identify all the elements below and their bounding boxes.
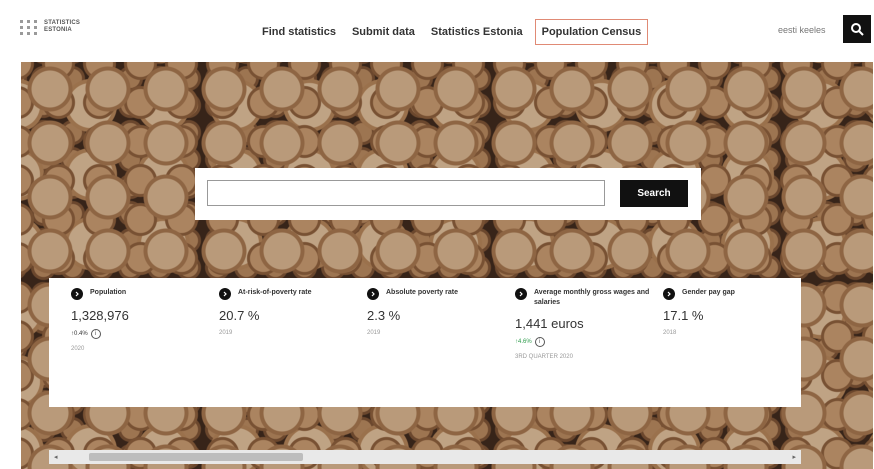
stat-title-row: Average monthly gross wages and salaries (515, 288, 655, 308)
stat-period: 2019 (367, 330, 381, 336)
info-icon[interactable]: i (534, 337, 545, 347)
stat-value: 2.3 % (367, 308, 401, 323)
chevron-right-icon (367, 288, 379, 300)
logo[interactable]: STATISTICS ESTONIA (20, 14, 100, 40)
hero-banner: Search (21, 62, 873, 469)
stat-title-row: At-risk-of-poverty rate (219, 288, 359, 300)
nav-population-census[interactable]: Population Census (534, 19, 649, 45)
stat-value: 20.7 % (219, 308, 260, 323)
stat-change: ↑ 4.6% i (515, 337, 655, 347)
hero-image-logs (21, 62, 873, 469)
language-switch[interactable]: eesti keeles (778, 25, 826, 35)
site-header: STATISTICS ESTONIA Find statistics Submi… (0, 0, 874, 62)
stat-title: Average monthly gross wages and salaries (534, 289, 650, 306)
stat-period: 3RD QUARTER 2020 (515, 354, 573, 360)
nav-find-statistics[interactable]: Find statistics (254, 20, 344, 44)
hero-search-input[interactable] (207, 180, 605, 206)
stat-title-row: Gender pay gap (663, 288, 803, 300)
stat-title-row: Absolute poverty rate (367, 288, 507, 300)
chevron-right-icon (515, 288, 527, 300)
stat-period: 2020 (71, 346, 85, 352)
stat-absolute-poverty[interactable]: Absolute poverty rate 2.3 % 2019 (367, 288, 507, 337)
stat-change-value: 4.6% (518, 338, 532, 345)
scroll-right-icon[interactable]: ▸ (792, 453, 796, 461)
nav-submit-data[interactable]: Submit data (344, 20, 423, 44)
stat-period: 2018 (663, 330, 677, 336)
nav-statistics-estonia[interactable]: Statistics Estonia (423, 20, 531, 44)
info-icon[interactable]: i (90, 329, 101, 339)
key-indicators: Population 1,328,976 ↑ 0.4% i 2020 At-ri… (49, 278, 801, 407)
stat-value: 1,328,976 (71, 308, 129, 323)
hero-search-panel: Search (195, 168, 701, 220)
stat-poverty-risk[interactable]: At-risk-of-poverty rate 20.7 % 2019 (219, 288, 359, 337)
stat-title: Absolute poverty rate (386, 289, 458, 296)
stat-change: ↑ 0.4% i (71, 329, 211, 339)
chevron-right-icon (219, 288, 231, 300)
stat-population[interactable]: Population 1,328,976 ↑ 0.4% i 2020 (71, 288, 211, 353)
main-nav: Find statistics Submit data Statistics E… (254, 19, 649, 45)
stat-period: 2019 (219, 330, 233, 336)
scrollbar-thumb[interactable] (89, 453, 303, 461)
stat-average-wages[interactable]: Average monthly gross wages and salaries… (515, 288, 655, 361)
logo-line-2: ESTONIA (44, 27, 72, 33)
stat-title: At-risk-of-poverty rate (238, 289, 312, 296)
stat-title: Population (90, 289, 127, 296)
scroll-left-icon[interactable]: ◂ (54, 453, 58, 461)
stat-change-value: 0.4% (74, 330, 88, 337)
search-icon (851, 23, 864, 36)
stat-value: 17.1 % (663, 308, 704, 323)
stat-title: Gender pay gap (682, 289, 735, 296)
chevron-right-icon (71, 288, 83, 300)
logo-mark-icon (20, 19, 38, 35)
stat-title-row: Population (71, 288, 211, 300)
horizontal-scrollbar[interactable]: ◂ ▸ (49, 450, 801, 464)
hero-search-button[interactable]: Search (620, 180, 688, 207)
logo-text: STATISTICS ESTONIA (44, 20, 80, 34)
chevron-right-icon (663, 288, 675, 300)
stat-value: 1,441 euros (515, 316, 584, 331)
logo-line-1: STATISTICS (44, 20, 81, 26)
header-search-button[interactable] (843, 15, 871, 43)
stat-gender-pay-gap[interactable]: Gender pay gap 17.1 % 2018 (663, 288, 803, 337)
